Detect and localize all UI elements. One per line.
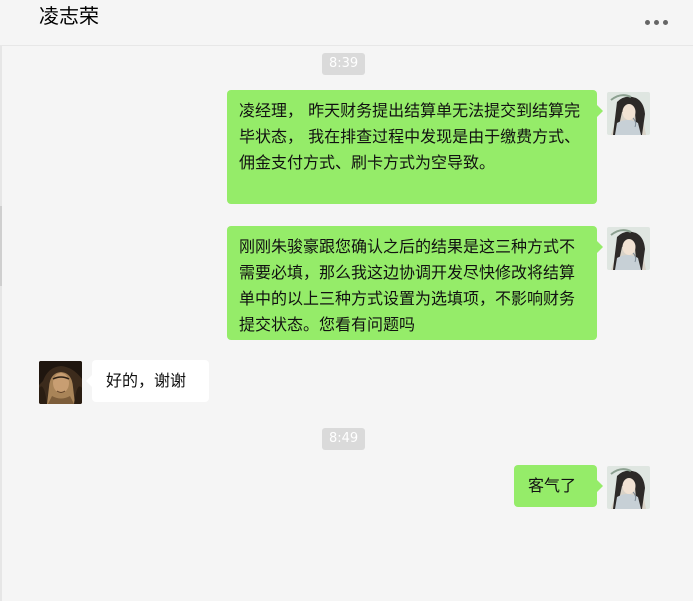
chat-title: 凌志荣: [39, 4, 99, 28]
more-horizontal-icon[interactable]: [640, 14, 674, 32]
more-dot: [654, 20, 659, 25]
avatar-portrait-icon: [39, 361, 82, 404]
timestamp: 8:49: [322, 428, 366, 450]
message-bubble-outgoing[interactable]: 凌经理， 昨天财务提出结算单无法提交到结算完毕状态， 我在排查过程中发现是由于缴…: [227, 90, 603, 204]
avatar-illustration-icon: [607, 227, 650, 270]
more-dot: [663, 20, 668, 25]
timestamp: 8:39: [322, 53, 366, 75]
left-divider: [0, 0, 2, 601]
message-bubble-outgoing[interactable]: 客气了: [514, 465, 603, 507]
more-dot: [645, 20, 650, 25]
chat-window: 凌志荣 8:39 凌经理， 昨天财务提出结算单无法提交到结算完毕状态， 我在排查…: [0, 0, 693, 601]
resize-handle[interactable]: [0, 206, 2, 286]
message-bubble-outgoing[interactable]: 刚刚朱骏豪跟您确认之后的结果是这三种方式不需要必填，那么我这边协调开发尽快修改将…: [227, 226, 603, 340]
chat-header: 凌志荣: [0, 0, 693, 46]
contact-avatar[interactable]: [39, 361, 82, 404]
self-avatar[interactable]: [607, 92, 650, 135]
self-avatar[interactable]: [607, 466, 650, 509]
avatar-illustration-icon: [607, 92, 650, 135]
avatar-illustration-icon: [607, 466, 650, 509]
message-bubble-incoming[interactable]: 好的，谢谢: [86, 360, 209, 402]
self-avatar[interactable]: [607, 227, 650, 270]
